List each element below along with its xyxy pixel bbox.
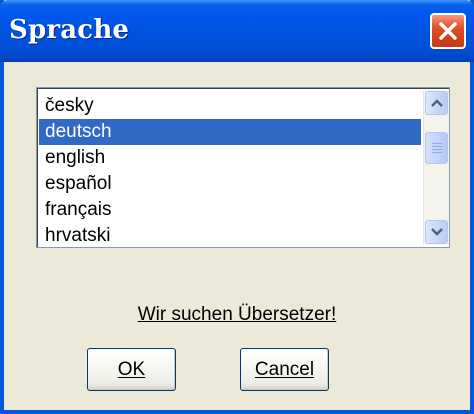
list-item-francais[interactable]: français bbox=[39, 197, 421, 223]
language-dialog: Sprache česky deutsch english español fr… bbox=[0, 0, 474, 414]
list-item-espanol[interactable]: español bbox=[39, 171, 421, 197]
cancel-button-label: Cancel bbox=[254, 359, 315, 380]
ok-button-label: OK bbox=[117, 359, 146, 380]
close-button[interactable] bbox=[430, 13, 466, 49]
language-list: česky deutsch english español français h… bbox=[39, 93, 421, 249]
list-item-cesky[interactable]: česky bbox=[39, 93, 421, 119]
translators-link[interactable]: Wir suchen Übersetzer! bbox=[4, 304, 470, 326]
chevron-up-icon bbox=[431, 99, 443, 107]
chevron-down-icon bbox=[431, 228, 443, 236]
ok-button[interactable]: OK bbox=[87, 348, 176, 391]
thumb-grip-line bbox=[432, 143, 442, 144]
thumb-grip-line bbox=[432, 149, 442, 150]
scroll-up-button[interactable] bbox=[425, 91, 448, 115]
list-item-english[interactable]: english bbox=[39, 145, 421, 171]
cancel-button[interactable]: Cancel bbox=[240, 348, 329, 391]
close-icon bbox=[439, 22, 457, 40]
window-title: Sprache bbox=[9, 15, 130, 45]
language-listbox[interactable]: česky deutsch english español français h… bbox=[36, 87, 450, 248]
title-bar[interactable]: Sprache bbox=[0, 0, 474, 62]
thumb-grip-line bbox=[432, 146, 442, 147]
list-item-deutsch[interactable]: deutsch bbox=[39, 119, 421, 145]
thumb-grip-line bbox=[432, 152, 442, 153]
scroll-thumb[interactable] bbox=[425, 132, 448, 164]
scroll-down-button[interactable] bbox=[425, 220, 448, 244]
list-item-hrvatski[interactable]: hrvatski bbox=[39, 223, 421, 249]
vertical-scrollbar[interactable] bbox=[423, 90, 449, 245]
